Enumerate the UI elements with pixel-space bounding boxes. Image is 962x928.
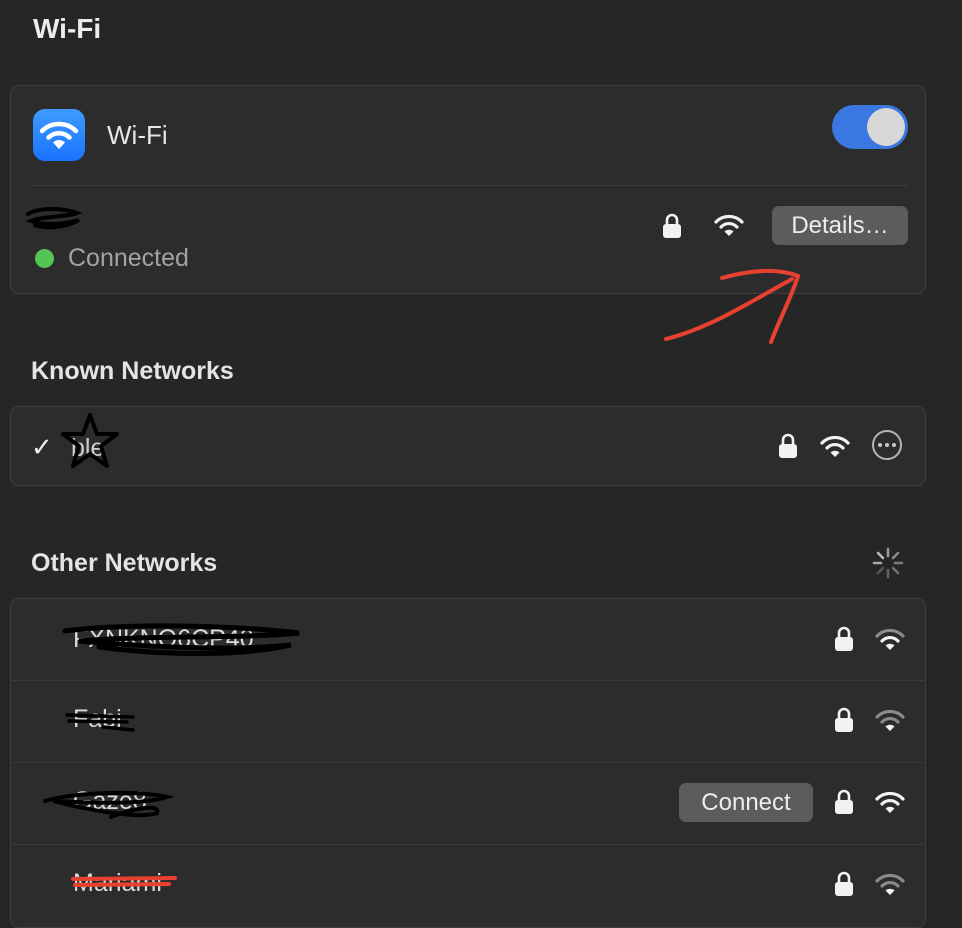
details-button[interactable]: Details… — [772, 206, 908, 245]
wifi-signal-icon — [875, 628, 905, 650]
redacted-network-name — [25, 207, 83, 230]
wifi-signal-icon — [875, 709, 905, 731]
loading-spinner-icon — [872, 547, 904, 579]
more-options-button[interactable] — [872, 430, 902, 460]
star-scribble — [61, 413, 119, 468]
known-networks-card: ✓ ble — [10, 406, 926, 486]
wifi-toggle[interactable] — [832, 105, 908, 149]
page-title: Wi-Fi — [33, 13, 102, 44]
wifi-signal-icon — [714, 214, 744, 236]
more-dot — [885, 443, 889, 447]
redaction-scribble — [65, 713, 135, 732]
more-dot — [878, 443, 882, 447]
wifi-signal-icon — [875, 873, 905, 895]
lock-icon — [779, 433, 797, 458]
lock-icon — [835, 707, 853, 732]
other-networks-list: FXNKNO6CP40 Fabi Gaze8 Connect Mariami — [10, 598, 926, 928]
lock-icon — [835, 871, 853, 896]
redaction-strike — [71, 876, 177, 887]
list-item[interactable]: FXNKNO6CP40 — [11, 599, 925, 680]
connection-status: Connected — [68, 244, 189, 272]
redaction-scribble — [62, 623, 300, 656]
lock-icon — [663, 213, 681, 238]
wifi-label: Wi-Fi — [107, 120, 168, 150]
connected-status-dot — [35, 249, 54, 268]
more-dot — [892, 443, 896, 447]
divider — [30, 185, 908, 186]
lock-icon — [835, 789, 853, 814]
wifi-signal-icon — [820, 435, 850, 457]
annotation-arrow — [664, 268, 801, 344]
list-item[interactable]: Fabi — [11, 681, 925, 762]
wifi-app-icon — [33, 109, 85, 161]
toggle-knob — [867, 108, 905, 146]
wifi-signal-icon — [875, 791, 905, 813]
checkmark-icon: ✓ — [31, 432, 53, 462]
other-networks-title: Other Networks — [31, 549, 218, 577]
lock-icon — [835, 626, 853, 651]
redaction-scribble — [43, 790, 175, 819]
connect-button[interactable]: Connect — [679, 783, 813, 822]
known-networks-title: Known Networks — [31, 357, 234, 385]
